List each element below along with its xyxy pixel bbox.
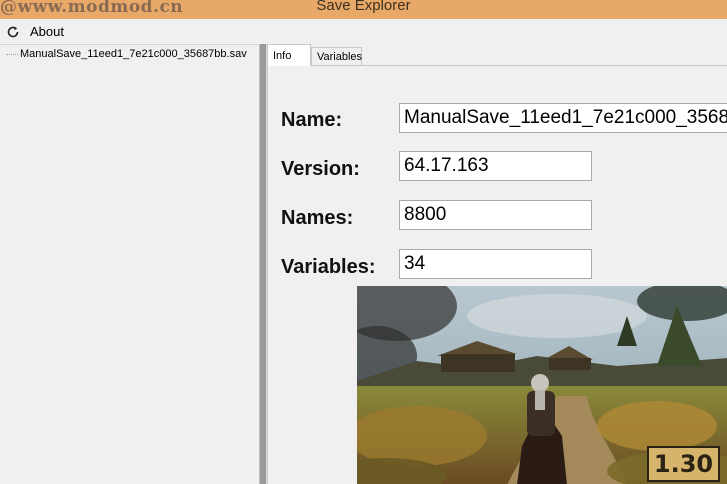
variables-label: Variables: [281, 256, 376, 278]
save-file-tree: ManualSave_11eed1_7e21c000_35687bb.sav [0, 44, 258, 484]
info-tab-content: Name: Version: Names: Variables: [267, 65, 727, 484]
version-label: Version: [281, 158, 360, 180]
panel-splitter[interactable] [259, 44, 267, 484]
variables-field[interactable] [399, 249, 592, 279]
window-title: Save Explorer [316, 0, 411, 14]
save-screenshot-thumbnail: 1.30 [357, 286, 727, 484]
title-bar: @www.modmod.cn Save Explorer [0, 0, 727, 19]
names-label: Names: [281, 207, 354, 229]
save-explorer-window: @www.modmod.cn Save Explorer About Manua… [0, 0, 727, 484]
tab-info[interactable]: Info [267, 44, 311, 66]
menu-item-about[interactable]: About [5, 22, 64, 41]
menu-item-about-label: About [30, 24, 64, 39]
version-field[interactable] [399, 151, 592, 181]
tree-item-label: ManualSave_11eed1_7e21c000_35687bb.sav [20, 48, 247, 60]
version-badge: 1.30 [647, 446, 720, 482]
tree-connector [6, 53, 18, 55]
names-field[interactable] [399, 200, 592, 230]
tree-item-save-file[interactable]: ManualSave_11eed1_7e21c000_35687bb.sav [6, 48, 247, 60]
refresh-icon [5, 24, 21, 40]
tab-variables[interactable]: Variables [311, 47, 362, 66]
name-field[interactable] [399, 103, 727, 133]
tab-strip: Info Variables [267, 44, 727, 67]
name-label: Name: [281, 109, 343, 131]
menu-bar: About [0, 19, 727, 44]
details-panel: Info Variables Name: Version: Names: Var… [267, 44, 727, 484]
